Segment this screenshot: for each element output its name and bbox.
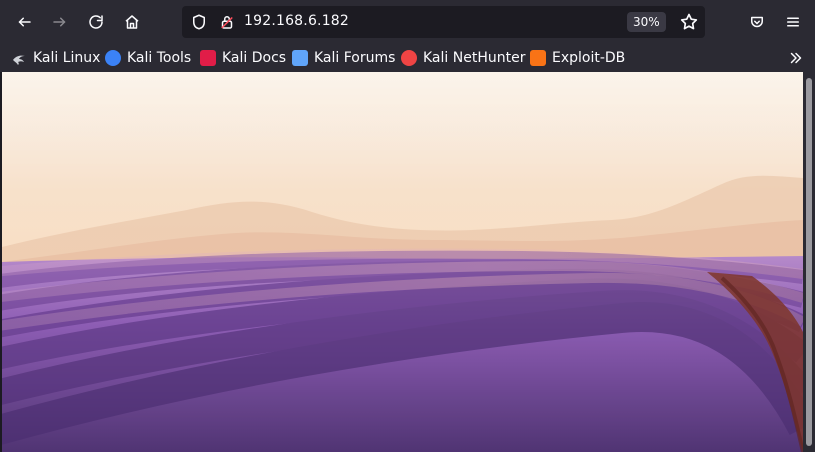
page-viewport [2,72,803,452]
web-content [0,72,815,452]
bookmark-label: Kali Linux [33,50,101,66]
bookmark-exploit-db[interactable]: Exploit-DB [530,49,625,67]
vertical-scrollbar[interactable] [803,72,815,452]
bookmark-label: Kali Tools [127,50,192,66]
chevron-double-right-icon [790,52,802,64]
tracking-protection-shield-icon[interactable] [190,13,208,35]
bookmark-label: Kali NetHunter [423,50,526,66]
bookmark-label: Kali Docs [222,50,287,66]
back-button[interactable] [9,8,39,36]
bookmark-label: Kali Forums [314,50,396,66]
bookmark-kali-linux[interactable]: Kali Linux [11,49,100,67]
app-menu-button[interactable] [778,8,808,36]
home-icon [125,15,139,29]
lavender-field-image [2,72,803,452]
home-button[interactable] [117,8,147,36]
reload-icon [89,15,103,29]
bookmarks-toolbar: Kali Linux Kali Tools Kali Docs Kali For… [0,44,815,72]
browser-toolbar: 192.168.6.182 30% [0,0,815,44]
kali-dragon-icon [11,50,27,66]
forward-button[interactable] [45,8,75,36]
bookmark-star-icon[interactable] [679,12,699,36]
bookmark-kali-docs[interactable]: Kali Docs [200,49,286,67]
exploit-db-icon [530,50,546,66]
hamburger-menu-icon [787,17,799,27]
address-bar[interactable]: 192.168.6.182 30% [182,6,705,38]
scrollbar-thumb[interactable] [806,78,812,446]
bookmark-label: Exploit-DB [552,50,626,66]
bookmark-kali-tools[interactable]: Kali Tools [105,49,191,67]
kali-nethunter-icon [401,50,417,66]
kali-forums-icon [292,50,308,66]
back-arrow-icon [18,17,31,27]
pocket-button[interactable] [742,8,772,36]
url-text[interactable]: 192.168.6.182 [244,13,349,29]
bookmark-kali-nethunter[interactable]: Kali NetHunter [401,49,525,67]
kali-tools-icon [105,50,121,66]
bookmarks-overflow-button[interactable] [785,48,807,68]
reload-button[interactable] [81,8,111,36]
kali-docs-icon [200,50,216,66]
insecure-lock-icon[interactable] [218,13,236,35]
pocket-icon [751,16,763,28]
forward-arrow-icon [53,17,66,27]
zoom-level-badge[interactable]: 30% [627,12,666,32]
bookmark-kali-forums[interactable]: Kali Forums [292,49,395,67]
